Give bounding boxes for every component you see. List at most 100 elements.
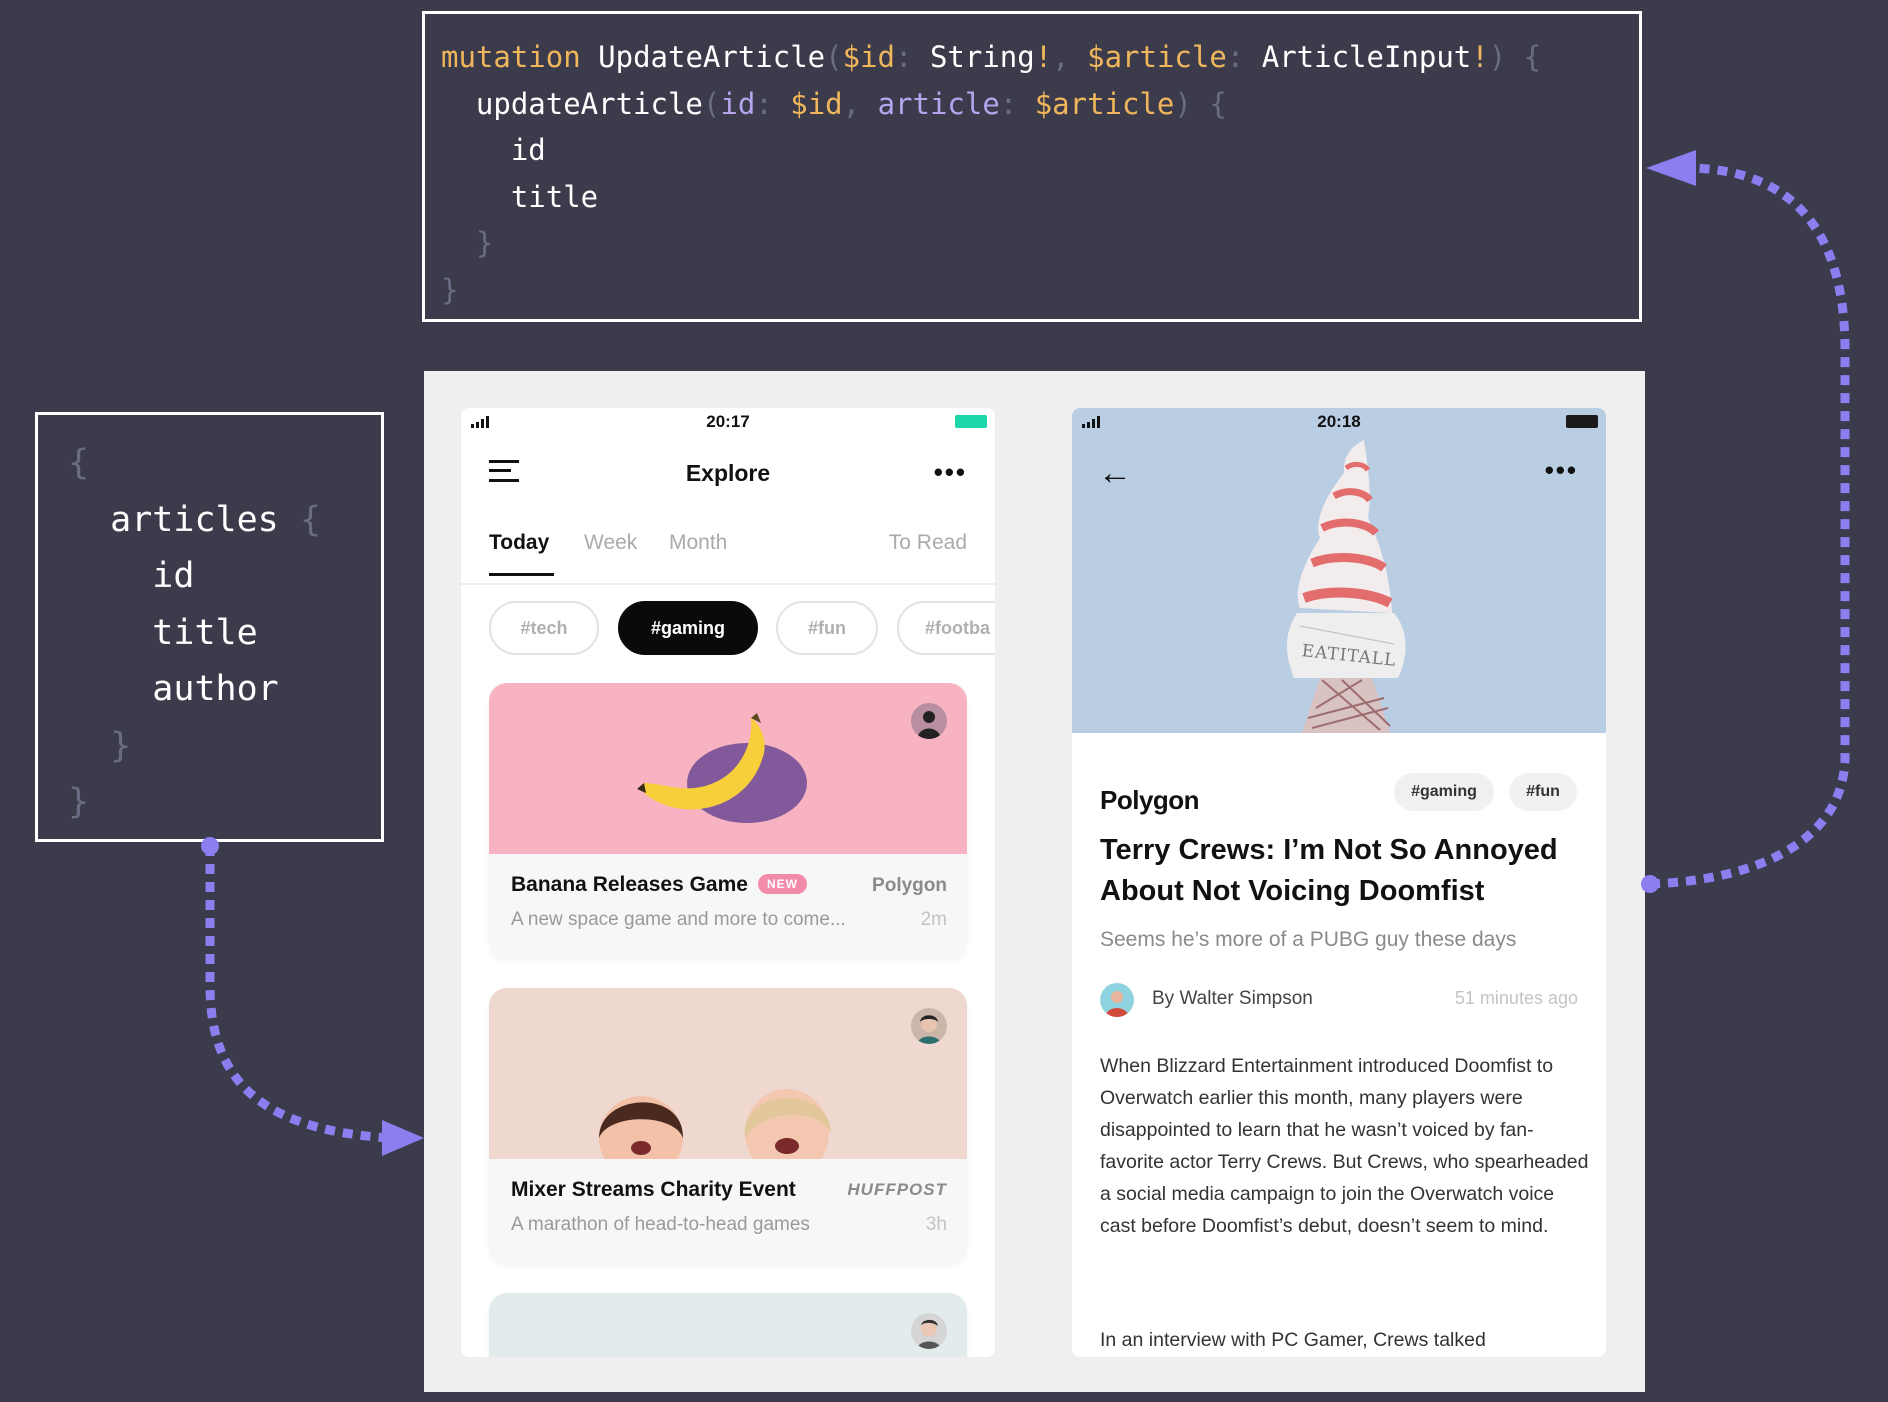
code-punctuation: ) <box>1488 40 1507 74</box>
tab-month[interactable]: Month <box>669 531 727 555</box>
more-dots-icon[interactable]: ••• <box>1545 457 1578 483</box>
status-bar: 20:18 <box>1072 408 1606 438</box>
mutation-keyword: mutation <box>441 40 581 74</box>
card-description: A new space game and more to come... <box>511 909 846 930</box>
type-string: String <box>929 40 1035 74</box>
battery-icon <box>955 415 987 428</box>
nav-bar: Explore ••• <box>461 448 995 498</box>
mutation-line-5: } <box>441 220 1639 267</box>
active-tab-indicator <box>489 573 554 576</box>
article-body: In an interview with PC Gamer, Crews tal… <box>1100 1329 1486 1351</box>
non-null-marker: ! <box>1034 40 1053 74</box>
query-line-2: articles { <box>68 492 381 549</box>
hashtag-chips: #tech #gaming #fun #footba <box>489 601 995 657</box>
article-card[interactable] <box>489 1293 967 1357</box>
code-punctuation: } <box>110 725 132 766</box>
field-id: id <box>152 556 195 596</box>
query-line-6: } <box>68 718 381 775</box>
chip-gaming[interactable]: #gaming <box>618 601 758 655</box>
code-punctuation: : <box>1226 40 1245 74</box>
mutation-line-1: mutation UpdateArticle($id: String!, $ar… <box>441 34 1639 81</box>
chip-football[interactable]: #footba <box>897 601 995 655</box>
tab-today[interactable]: Today <box>489 531 549 555</box>
chip-tech[interactable]: #tech <box>489 601 599 655</box>
argument-value-article: $article <box>1034 86 1175 121</box>
mutation-name: UpdateArticle <box>598 40 826 74</box>
code-punctuation: ) <box>1174 86 1192 121</box>
code-punctuation: { <box>299 499 321 540</box>
variable-id: $id <box>842 40 895 74</box>
code-punctuation: ( <box>825 40 843 74</box>
argument-article: article <box>877 86 1000 121</box>
battery-icon <box>1566 415 1598 428</box>
code-punctuation: : <box>755 86 773 121</box>
tag-gaming[interactable]: #gaming <box>1394 773 1494 811</box>
non-null-marker: ! <box>1471 40 1489 74</box>
code-punctuation: } <box>441 272 459 307</box>
field-articles: articles <box>110 499 279 540</box>
code-punctuation: { <box>68 443 90 483</box>
detail-to-mutation-arrow <box>1641 150 1850 893</box>
card-source: HUFFPOST <box>847 1180 947 1199</box>
mutation-code-box: mutation UpdateArticle($id: String!, $ar… <box>422 11 1642 322</box>
tab-week[interactable]: Week <box>584 531 637 555</box>
query-code-box: { articles { id title author } } <box>35 412 384 842</box>
code-punctuation: ( <box>702 86 721 121</box>
query-line-7: } <box>68 774 381 831</box>
avatar <box>911 703 947 739</box>
tab-to-read[interactable]: To Read <box>889 531 967 555</box>
argument-value-id: $id <box>790 86 843 121</box>
back-arrow-icon[interactable]: ← <box>1098 456 1132 490</box>
type-article-input: ArticleInput <box>1261 40 1472 74</box>
query-line-5: author <box>68 661 381 718</box>
mutation-line-3: id <box>441 127 1639 174</box>
query-line-4: title <box>68 605 381 662</box>
article-card[interactable]: Mixer Streams Charity Event HUFFPOST A m… <box>489 988 967 1264</box>
outlet-name: Polygon <box>1100 785 1200 815</box>
code-punctuation: { <box>1209 86 1227 121</box>
avatar <box>911 1313 947 1349</box>
card-title: Banana Releases Game NEW <box>511 873 807 897</box>
code-punctuation: : <box>895 40 913 74</box>
article-card[interactable]: Banana Releases Game NEW Polygon A new sp… <box>489 683 967 959</box>
laughing-people-image <box>489 988 967 1180</box>
article-detail-screen: EATITALL 20:18 ← ••• Polygon #gaming #fu… <box>1072 408 1606 1357</box>
explore-screen: 20:17 Explore ••• Today Week Month To Re… <box>461 408 995 1357</box>
avatar <box>911 1008 947 1044</box>
code-punctuation: : <box>999 86 1018 121</box>
code-punctuation: , <box>842 86 861 121</box>
query-line-1: { <box>68 435 381 492</box>
article-headline: Terry Crews: I’m Not So Annoyed About No… <box>1100 834 1558 907</box>
chip-fun[interactable]: #fun <box>776 601 878 655</box>
article-image <box>489 1293 967 1357</box>
code-punctuation: , <box>1052 40 1070 74</box>
code-punctuation: } <box>475 226 494 260</box>
card-source: Polygon <box>872 875 947 896</box>
card-title-text: Banana Releases Game <box>511 873 748 896</box>
tag-fun[interactable]: #fun <box>1509 773 1577 811</box>
query-line-3: id <box>68 548 381 605</box>
new-badge: NEW <box>757 874 807 894</box>
publish-time: 51 minutes ago <box>1454 988 1578 1008</box>
card-time: 2m <box>920 909 947 930</box>
card-description: A marathon of head-to-head games <box>511 1214 810 1235</box>
banana-image <box>489 683 967 854</box>
field-title: title <box>152 612 258 653</box>
article-body: When Blizzard Entertainment introduced D… <box>1100 1055 1589 1237</box>
author-avatar <box>1100 983 1134 1017</box>
field-title: title <box>510 179 599 214</box>
update-article-field: updateArticle <box>475 86 703 121</box>
author-byline: By Walter Simpson <box>1152 988 1313 1009</box>
article-subhead: Seems he’s more of a PUBG guy these days <box>1100 928 1517 951</box>
card-title: Mixer Streams Charity Event <box>511 1178 796 1201</box>
mutation-line-6: } <box>441 267 1639 314</box>
mutation-line-2: updateArticle(id: $id, article: $article… <box>441 81 1639 128</box>
status-time: 20:18 <box>1317 412 1361 431</box>
more-dots-icon[interactable]: ••• <box>934 459 967 485</box>
app-screenshot-panel: 20:17 Explore ••• Today Week Month To Re… <box>424 371 1645 1392</box>
argument-id: id <box>720 86 756 121</box>
status-time: 20:17 <box>706 412 750 431</box>
code-punctuation: } <box>68 782 90 822</box>
field-id: id <box>510 133 546 167</box>
ice-cream-sign-image: EATITALL 20:18 ← ••• <box>1072 408 1606 733</box>
